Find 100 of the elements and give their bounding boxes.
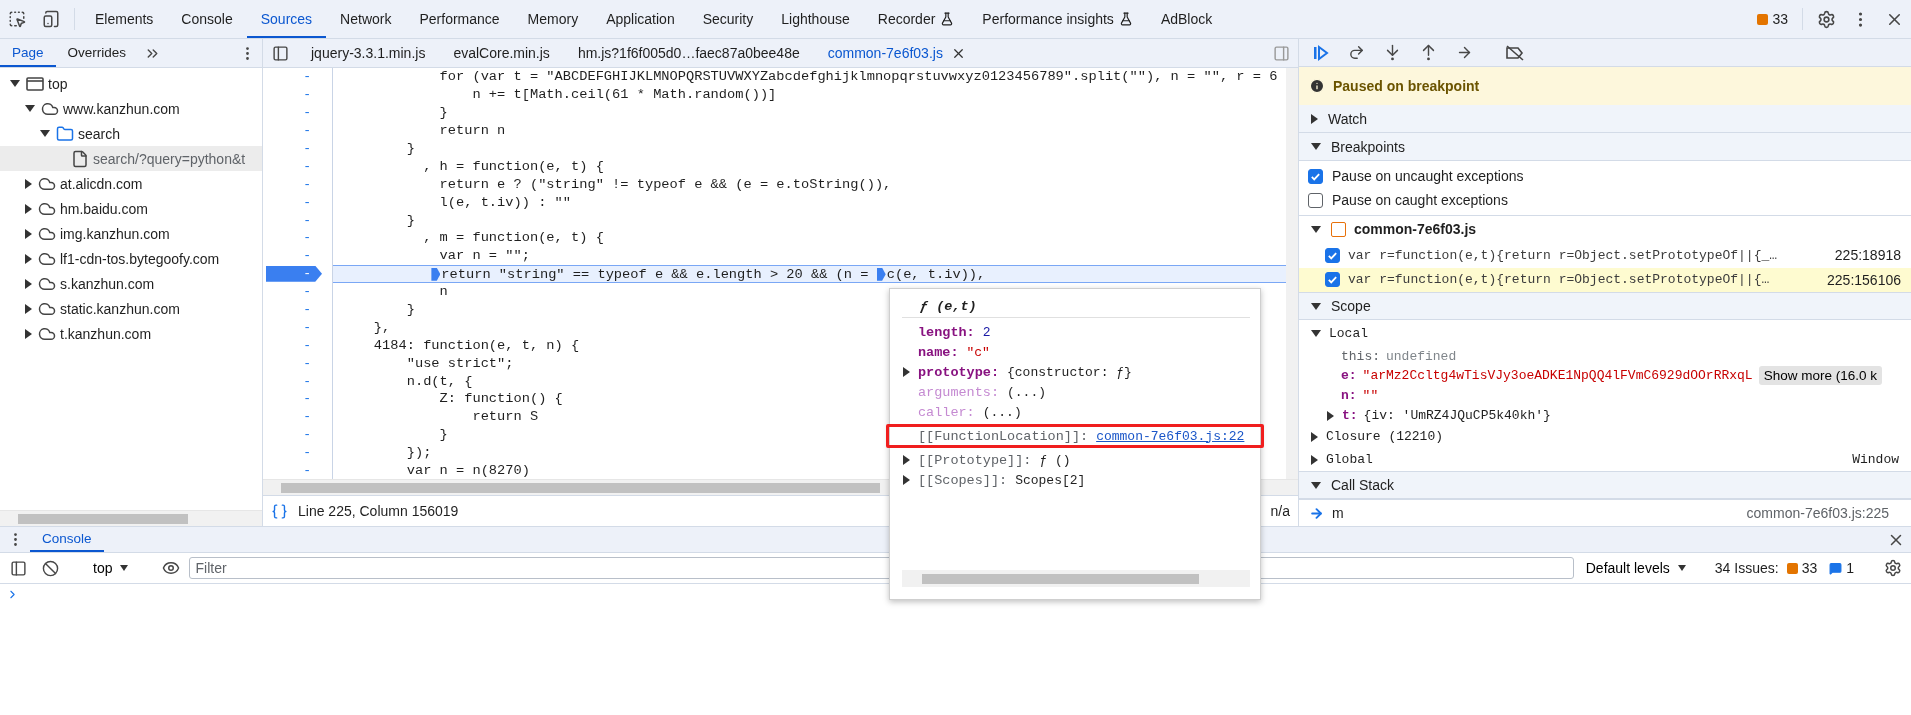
panel-tab[interactable]: AdBlock bbox=[1146, 0, 1227, 38]
line-number: - bbox=[303, 176, 311, 192]
scope-group[interactable]: Local bbox=[1299, 320, 1911, 347]
triangle-icon[interactable] bbox=[1311, 225, 1321, 233]
triangle-icon[interactable] bbox=[25, 303, 32, 314]
scope-section-header[interactable]: Scope bbox=[1299, 292, 1911, 321]
panel-tab[interactable]: Console bbox=[167, 0, 247, 38]
drawer-tab[interactable]: Console bbox=[30, 527, 104, 552]
panel-tab[interactable]: Security bbox=[688, 0, 768, 38]
scope-group[interactable]: Global Window bbox=[1299, 448, 1911, 472]
breakpoint-item[interactable]: var r=function(e,t){return r=Object.setPrototypeOf||{_… 225:18918 bbox=[1299, 242, 1911, 268]
line-number: - bbox=[303, 373, 311, 389]
cursor-position: Line 225, Column 156019 bbox=[298, 503, 459, 519]
triangle-icon[interactable] bbox=[25, 253, 32, 264]
checkbox[interactable] bbox=[1308, 192, 1323, 208]
code-line: } bbox=[405, 141, 415, 156]
tree-item[interactable]: img.kanzhun.com bbox=[0, 221, 262, 246]
tree-item[interactable]: static.kanzhun.com bbox=[0, 296, 262, 321]
triangle-icon[interactable] bbox=[25, 178, 32, 189]
scope-group[interactable]: Closure (12210) bbox=[1299, 425, 1911, 449]
line-number: - bbox=[303, 355, 311, 371]
panel-tab[interactable]: Elements bbox=[81, 0, 168, 38]
triangle-icon[interactable] bbox=[25, 105, 35, 112]
code-line: Z: function() { bbox=[438, 391, 563, 407]
triangle-icon[interactable] bbox=[1327, 410, 1334, 421]
panel-tab[interactable]: Performance insights bbox=[968, 0, 1147, 38]
variable-value: undefined bbox=[1386, 348, 1457, 364]
tree-item[interactable]: search bbox=[0, 121, 262, 146]
checkbox[interactable] bbox=[1308, 168, 1323, 184]
tree-item[interactable]: lf1-cdn-tos.bytegoofy.com bbox=[0, 246, 262, 271]
panel-tab[interactable]: Network bbox=[326, 0, 406, 38]
code-line: }, bbox=[372, 319, 391, 335]
triangle-icon[interactable] bbox=[1311, 481, 1321, 489]
checkbox-label: Pause on caught exceptions bbox=[1332, 192, 1508, 208]
triangle-icon[interactable] bbox=[1311, 454, 1318, 465]
tree-item[interactable]: search/?query=python&t bbox=[0, 146, 262, 171]
checkmark-icon bbox=[1327, 274, 1338, 286]
show-more-button[interactable]: Show more (16.0 k bbox=[1758, 366, 1882, 386]
navigator-tab[interactable]: Overrides bbox=[55, 39, 139, 67]
tree-item[interactable]: hm.baidu.com bbox=[0, 196, 262, 221]
triangle-icon[interactable] bbox=[1311, 329, 1321, 337]
triangle-icon[interactable] bbox=[25, 203, 32, 214]
breakpoint-marker-icon[interactable] bbox=[431, 267, 441, 281]
property-name: prototype: bbox=[902, 364, 999, 380]
tree-item[interactable]: at.alicdn.com bbox=[0, 171, 262, 196]
file-tab[interactable]: jquery-3.3.1.min.js bbox=[297, 39, 440, 67]
panel-tab[interactable]: Recorder bbox=[863, 0, 969, 38]
panel-tab[interactable]: Application bbox=[592, 0, 689, 38]
tree-item[interactable]: t.kanzhun.com bbox=[0, 321, 262, 346]
line-number: - bbox=[303, 141, 311, 156]
triangle-icon[interactable] bbox=[25, 228, 32, 239]
code-text: return "string" == typeof e && e.length > 20 && (n = bbox=[441, 266, 870, 282]
triangle-icon[interactable] bbox=[25, 278, 32, 289]
line-number: - bbox=[303, 87, 311, 103]
line-number: - bbox=[303, 69, 311, 85]
checkbox[interactable] bbox=[1325, 247, 1340, 263]
panel-tab[interactable]: Memory bbox=[513, 0, 593, 38]
call-stack-section-header[interactable]: Call Stack bbox=[1299, 471, 1911, 500]
breakpoint-file-name: common-7e6f03.js bbox=[1354, 221, 1477, 238]
breakpoint-marker-icon[interactable] bbox=[876, 267, 886, 281]
levels-select[interactable]: Default levels bbox=[1577, 560, 1694, 576]
file-tab[interactable]: common-7e6f03.js bbox=[813, 39, 980, 67]
source-link[interactable]: common-7e6f03.js:22 bbox=[1096, 428, 1245, 444]
variable-value: "arMz2Ccltg4wTisVJy3oeADKE1NpQQ4lFVmC6929dOOrRRxqL bbox=[1362, 368, 1753, 384]
code-text: c(e, t.iv)), bbox=[886, 266, 986, 282]
warning-count[interactable]: 33 bbox=[1782, 560, 1822, 576]
line-number: - bbox=[303, 427, 311, 443]
issues-badge[interactable]: 33 bbox=[1749, 0, 1796, 38]
panel-tab[interactable]: Lighthouse bbox=[767, 0, 864, 38]
breakpoints-section-header[interactable]: Breakpoints bbox=[1299, 133, 1911, 161]
tree-item[interactable]: top bbox=[0, 71, 262, 96]
format-icon[interactable] bbox=[271, 502, 288, 520]
navigator-tab[interactable]: Page bbox=[0, 39, 56, 67]
call-frame[interactable]: m common-7e6f03.js:225 bbox=[1299, 499, 1911, 526]
breakpoint-marker-icon[interactable] bbox=[266, 265, 322, 282]
property-name: [[FunctionLocation]]: bbox=[917, 428, 1089, 444]
panel-tab[interactable]: Performance bbox=[405, 0, 514, 38]
code-line: 4184: function(e, t, n) { bbox=[372, 337, 580, 353]
line-number: - bbox=[303, 158, 311, 174]
checkbox[interactable] bbox=[1325, 272, 1340, 288]
file-tab[interactable]: hm.js?1f6f005d0…faec87a0bee48e bbox=[563, 39, 814, 67]
triangle-icon[interactable] bbox=[10, 80, 20, 87]
tree-item[interactable]: s.kanzhun.com bbox=[0, 271, 262, 296]
file-tab[interactable]: evalCore.min.js bbox=[439, 39, 564, 67]
triangle-icon[interactable] bbox=[1311, 113, 1318, 124]
triangle-icon[interactable] bbox=[25, 328, 32, 339]
info-count[interactable]: 1 bbox=[1825, 560, 1858, 576]
breakpoint-item[interactable]: var r=function(e,t){return r=Object.setPrototypeOf||{… 225:156106 bbox=[1299, 267, 1911, 293]
tree-item[interactable]: www.kanzhun.com bbox=[0, 96, 262, 121]
watch-section-header[interactable]: Watch bbox=[1299, 105, 1911, 133]
triangle-icon[interactable] bbox=[1311, 302, 1321, 310]
context-select[interactable]: top bbox=[85, 560, 137, 576]
property-value: (...) bbox=[1007, 384, 1047, 400]
file-icon bbox=[71, 149, 89, 168]
variable-name: this: bbox=[1341, 348, 1380, 364]
triangle-icon[interactable] bbox=[1311, 143, 1321, 150]
triangle-icon[interactable] bbox=[40, 130, 50, 137]
scrollbar[interactable] bbox=[0, 510, 262, 526]
triangle-icon[interactable] bbox=[1311, 431, 1318, 442]
scrollbar[interactable] bbox=[902, 570, 1250, 587]
